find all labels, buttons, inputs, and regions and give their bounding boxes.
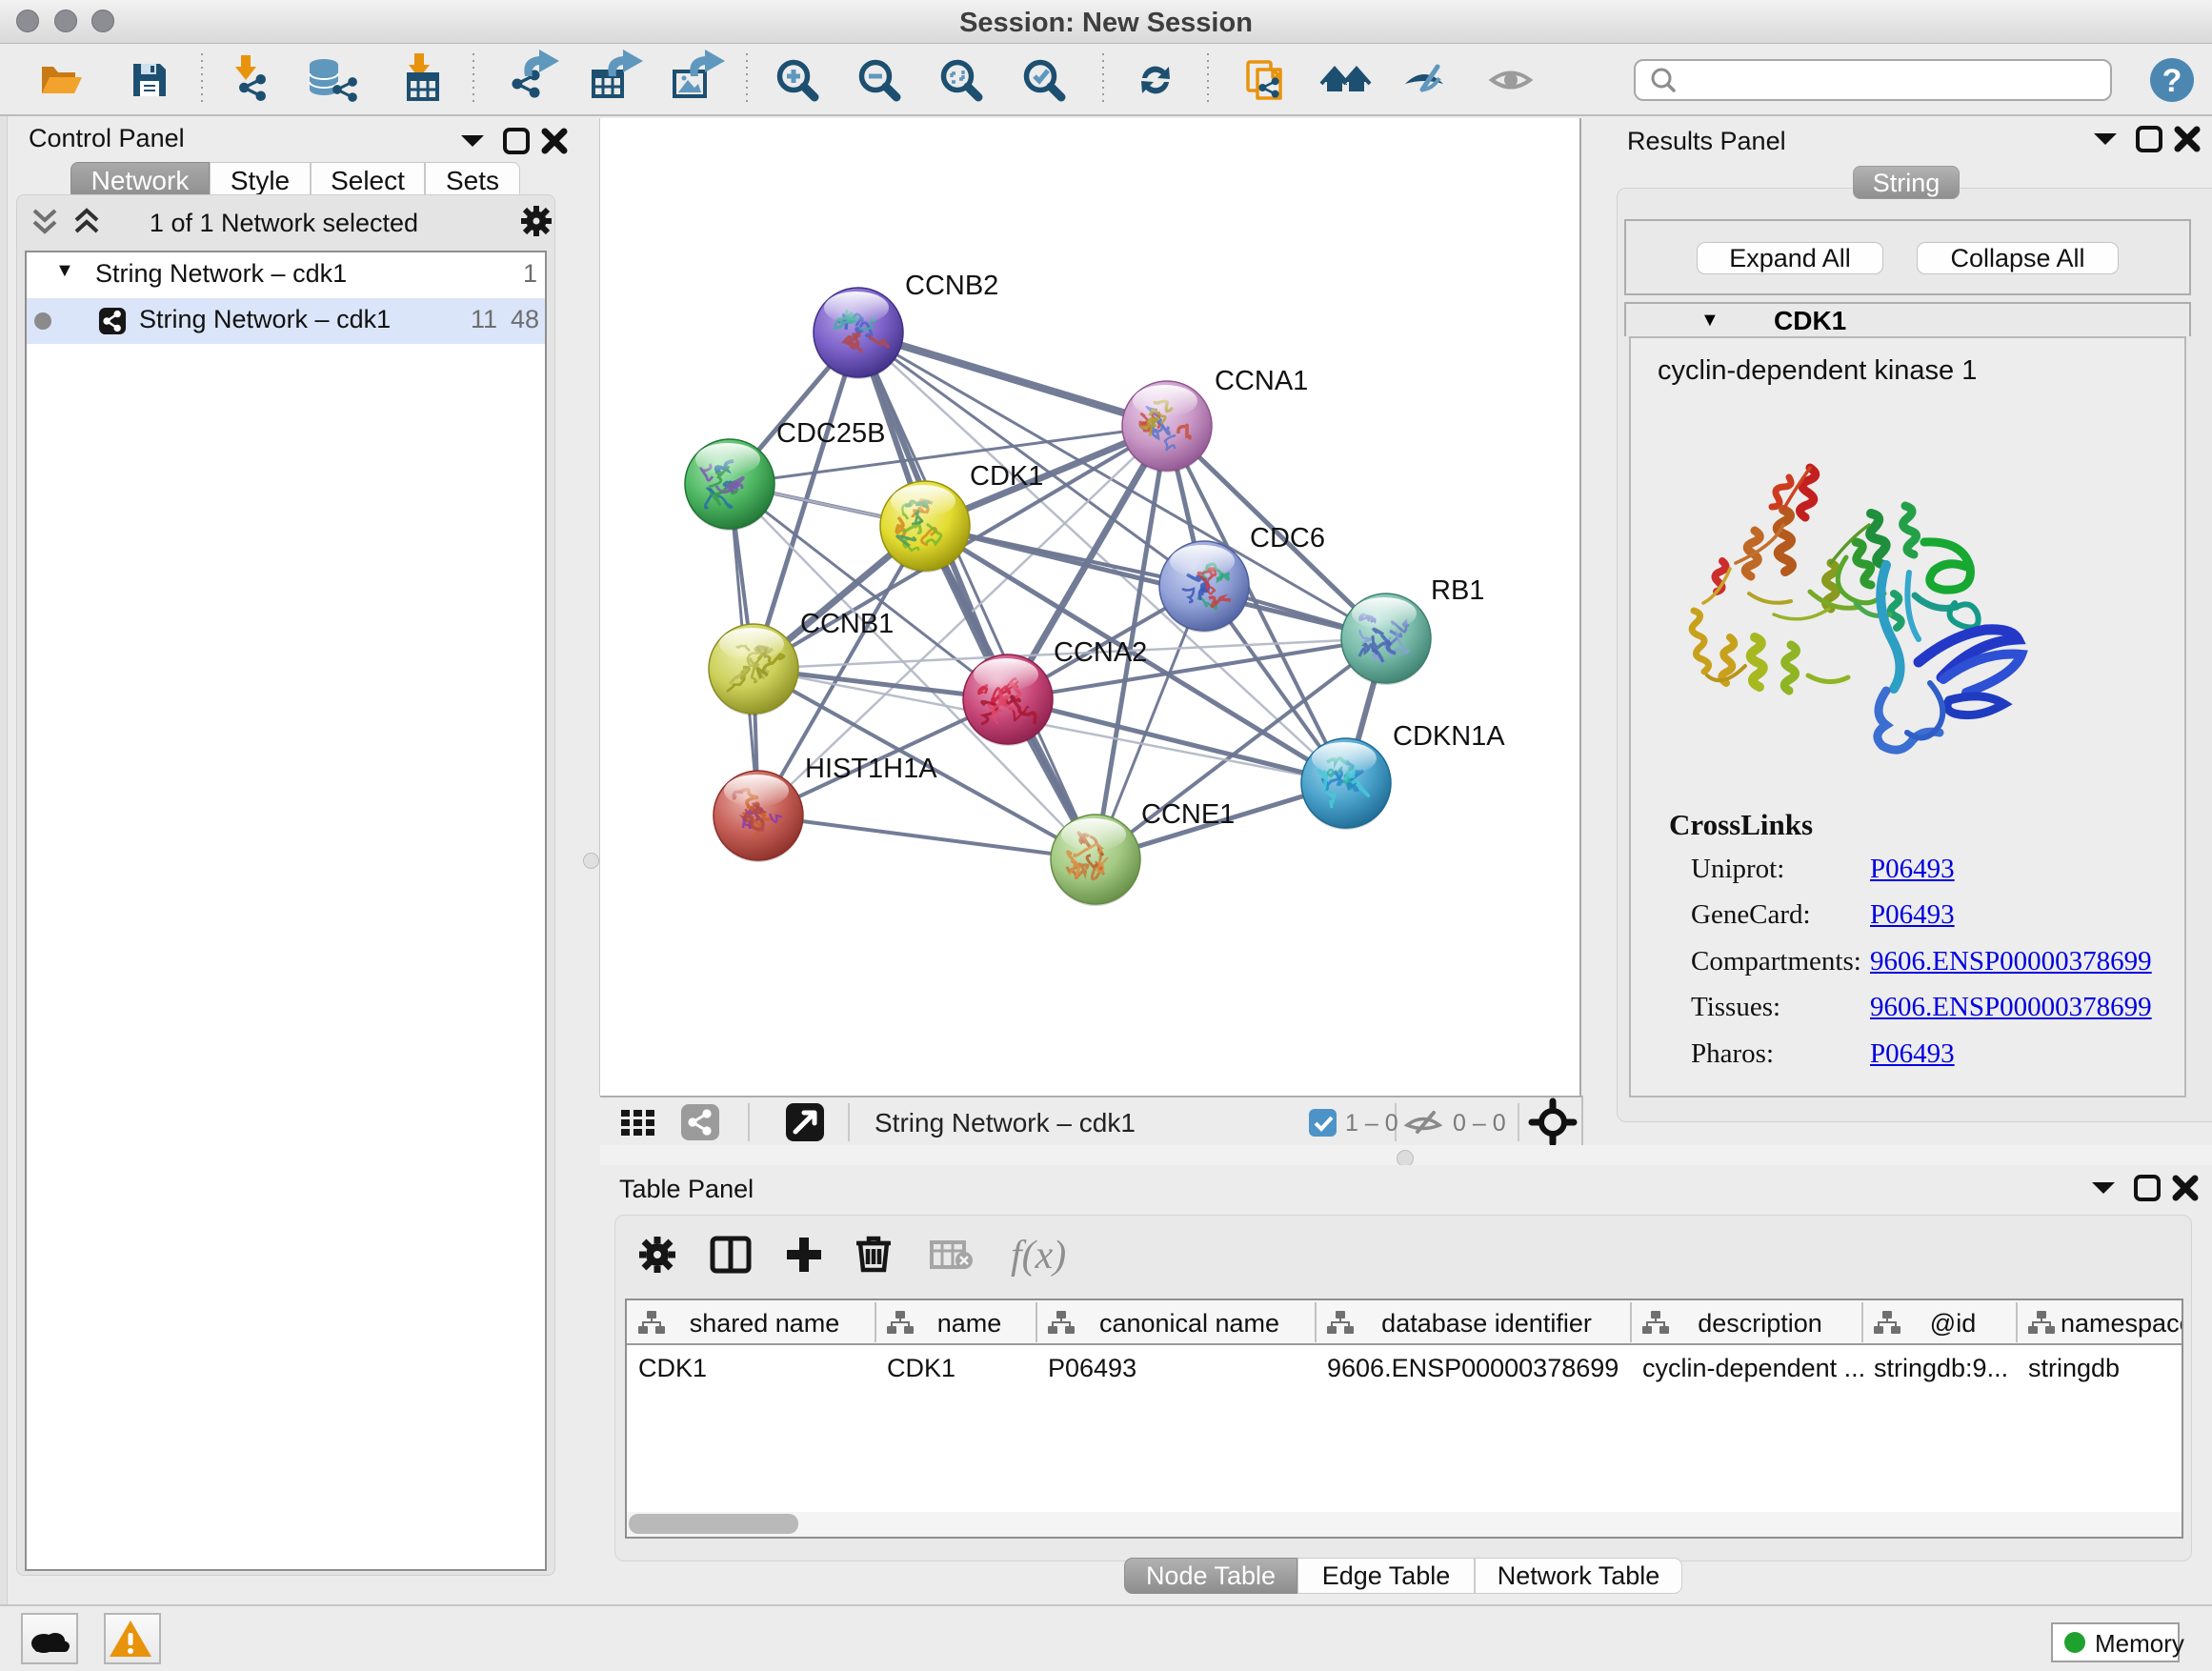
svg-text:cyclin-dependent ...: cyclin-dependent ... bbox=[1642, 1354, 1865, 1382]
svg-text:0 – 0: 0 – 0 bbox=[1453, 1110, 1506, 1137]
svg-text:canonical name: canonical name bbox=[1099, 1309, 1279, 1338]
svg-text:CDK1: CDK1 bbox=[638, 1354, 707, 1382]
svg-text:description: description bbox=[1698, 1309, 1822, 1338]
svg-text:stringdb: stringdb bbox=[2028, 1354, 2120, 1382]
svg-text:@id: @id bbox=[1930, 1309, 1976, 1338]
svg-text:namespace: namespace bbox=[2061, 1309, 2182, 1338]
svg-text:CCNA1: CCNA1 bbox=[1215, 366, 1308, 396]
svg-text:CCNB1: CCNB1 bbox=[800, 609, 894, 639]
svg-text:stringdb:9...: stringdb:9... bbox=[1874, 1354, 2008, 1382]
svg-text:CDK1: CDK1 bbox=[887, 1354, 955, 1382]
svg-text:9606.ENSP00000378699: 9606.ENSP00000378699 bbox=[1327, 1354, 1619, 1382]
svg-text:CCNB2: CCNB2 bbox=[905, 271, 998, 301]
svg-text:HIST1H1A: HIST1H1A bbox=[805, 754, 937, 784]
svg-text:1 – 0: 1 – 0 bbox=[1345, 1110, 1398, 1137]
svg-text:CCNA2: CCNA2 bbox=[1054, 637, 1147, 668]
svg-text:RB1: RB1 bbox=[1431, 575, 1484, 606]
svg-text:CCNE1: CCNE1 bbox=[1141, 799, 1235, 830]
svg-text:shared name: shared name bbox=[690, 1309, 840, 1338]
svg-text:String Network – cdk1: String Network – cdk1 bbox=[875, 1108, 1136, 1137]
svg-text:CDC25B: CDC25B bbox=[776, 418, 885, 449]
svg-text:P06493: P06493 bbox=[1048, 1354, 1136, 1382]
svg-text:f(x): f(x) bbox=[1011, 1234, 1066, 1278]
svg-text:CDKN1A: CDKN1A bbox=[1393, 721, 1505, 752]
svg-text:CDC6: CDC6 bbox=[1250, 523, 1325, 554]
svg-text:database identifier: database identifier bbox=[1381, 1309, 1592, 1338]
svg-text:CDK1: CDK1 bbox=[970, 461, 1043, 492]
svg-text:name: name bbox=[937, 1309, 1002, 1338]
svg-text:?: ? bbox=[2162, 63, 2182, 99]
